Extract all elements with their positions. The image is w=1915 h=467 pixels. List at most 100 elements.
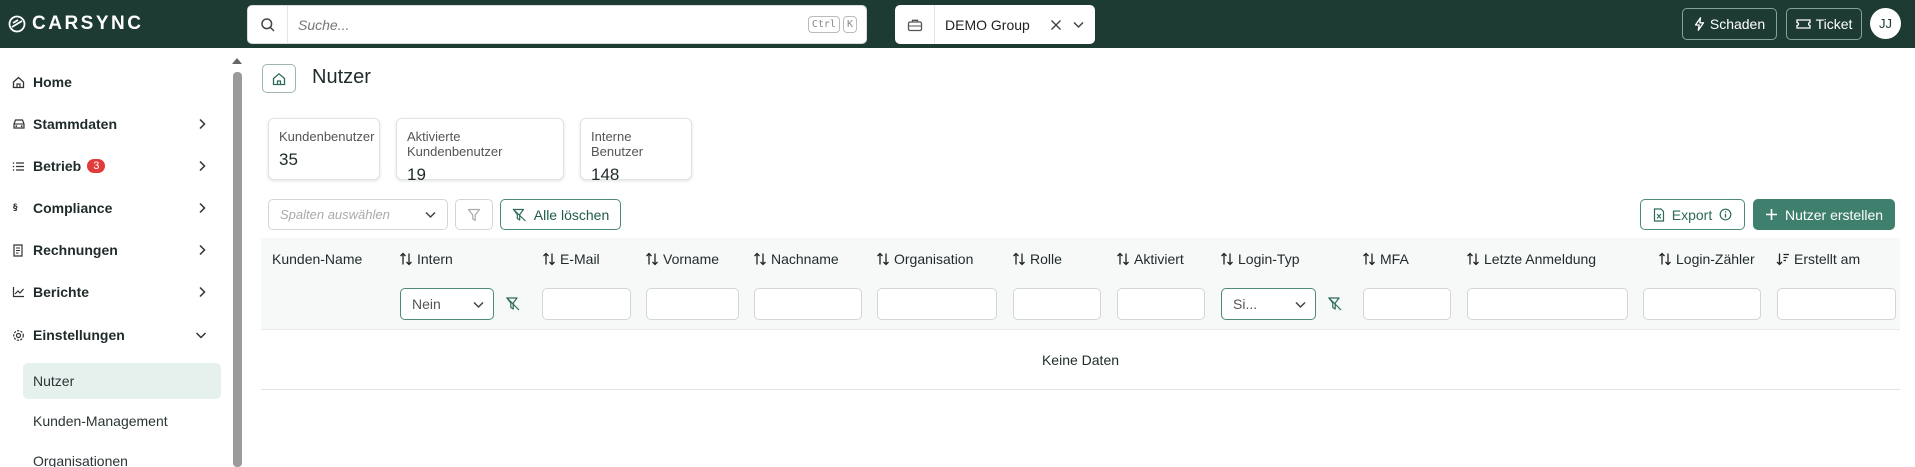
plus-icon (1765, 209, 1777, 220)
svg-text:§: § (13, 203, 18, 213)
column-header-label: Login-Zähler (1676, 251, 1755, 267)
shortcut-ctrl: Ctrl (807, 16, 840, 33)
info-icon (1719, 208, 1732, 221)
sidebar-item-einstellungen[interactable]: Einstellungen (12, 320, 207, 350)
rolle-filter-input[interactable] (1013, 288, 1101, 320)
sidebar: Home Stammdaten Betrieb 3 § Compliance R… (0, 48, 228, 467)
shortcut-key: K (842, 16, 857, 33)
sidebar-item-label: Stammdaten (33, 116, 118, 132)
list-icon (12, 161, 27, 172)
column-header-aktiviert[interactable]: Aktiviert (1116, 238, 1184, 280)
column-header-kunden-name[interactable]: Kunden-Name (272, 238, 362, 280)
column-header-label: Erstellt am (1794, 251, 1861, 267)
column-header-label: Aktiviert (1134, 251, 1184, 267)
nachname-filter-input[interactable] (754, 288, 862, 320)
column-header-nachname[interactable]: Nachname (753, 238, 839, 280)
erstellt-am-filter-input[interactable] (1777, 288, 1896, 320)
group-selector[interactable]: DEMO Group (895, 5, 1095, 44)
vorname-filter-input[interactable] (646, 288, 739, 320)
column-header-email[interactable]: E-Mail (542, 238, 600, 280)
stat-card-activated-users: Aktivierte Kundenbenutzer 19 (396, 118, 564, 184)
column-header-vorname[interactable]: Vorname (645, 238, 719, 280)
empty-state: Keine Daten (261, 330, 1900, 390)
ticket-button[interactable]: Ticket (1786, 8, 1862, 40)
chevron-right-icon (199, 160, 206, 172)
page-title: Nutzer (312, 66, 371, 88)
organisation-filter-input[interactable] (877, 288, 997, 320)
filter-clear-icon (512, 208, 526, 221)
sidebar-subitem-organisationen[interactable]: Organisationen (23, 443, 221, 467)
damage-button[interactable]: Schaden (1682, 8, 1777, 40)
sidebar-item-betrieb[interactable]: Betrieb 3 (12, 151, 207, 181)
home-button[interactable] (262, 64, 296, 93)
scroll-up-icon[interactable] (231, 56, 243, 66)
export-button[interactable]: Export (1640, 199, 1745, 230)
scroll-thumb[interactable] (233, 72, 242, 467)
email-filter-input[interactable] (542, 288, 631, 320)
create-user-button[interactable]: Nutzer erstellen (1753, 199, 1895, 230)
sort-icon (1363, 252, 1375, 266)
search-input[interactable] (288, 6, 808, 43)
column-header-organisation[interactable]: Organisation (876, 238, 973, 280)
count-badge: 3 (87, 159, 106, 173)
logo[interactable]: CARSYNC (8, 13, 143, 35)
column-header-rolle[interactable]: Rolle (1012, 238, 1062, 280)
excel-file-icon (1653, 207, 1664, 222)
column-header-intern[interactable]: Intern (399, 238, 453, 280)
sort-icon (1117, 252, 1129, 266)
chevron-down-icon[interactable] (1072, 18, 1085, 31)
close-icon[interactable] (1050, 19, 1062, 31)
column-header-login-typ[interactable]: Login-Typ (1220, 238, 1299, 280)
sidebar-item-berichte[interactable]: Berichte (12, 277, 207, 307)
section-icon: § (12, 202, 27, 214)
login-zaehler-filter-input[interactable] (1643, 288, 1761, 320)
intern-filter-value: Nein (412, 296, 441, 312)
ticket-label: Ticket (1815, 16, 1853, 32)
filter-icon (467, 208, 481, 221)
stat-value: 19 (407, 165, 426, 184)
sidebar-item-label: Compliance (33, 200, 113, 216)
sort-icon (646, 252, 658, 266)
sort-icon (1659, 252, 1671, 266)
top-bar: CARSYNC Ctrl K DEMO Group Schaden Ticket… (0, 0, 1915, 48)
search-bar: Ctrl K (247, 5, 867, 44)
avatar[interactable]: JJ (1870, 8, 1901, 39)
columns-select[interactable]: Spalten auswählen (268, 199, 448, 230)
intern-filter-select[interactable]: Nein (400, 288, 494, 320)
login-typ-filter-clear-icon[interactable] (1327, 296, 1343, 312)
chevron-right-icon (199, 286, 206, 298)
sidebar-scrollbar[interactable] (231, 56, 243, 467)
filter-button[interactable] (455, 199, 493, 230)
stat-label: Kundenbenutzer (279, 129, 375, 144)
column-header-mfa[interactable]: MFA (1362, 238, 1409, 280)
intern-filter-clear-icon[interactable] (505, 296, 521, 312)
column-header-login-zaehler[interactable]: Login-Zähler (1658, 238, 1755, 280)
column-header-erstellt-am[interactable]: Erstellt am (1776, 238, 1860, 280)
sidebar-item-rechnungen[interactable]: Rechnungen (12, 235, 207, 265)
logo-text: CARSYNC (32, 13, 144, 34)
sidebar-subitem-kunden-management[interactable]: Kunden-Management (23, 403, 221, 439)
login-typ-filter-select[interactable]: Si... (1221, 288, 1316, 320)
sidebar-item-stammdaten[interactable]: Stammdaten (12, 109, 207, 139)
filter-row: Nein Si... (261, 280, 1900, 330)
sidebar-item-compliance[interactable]: § Compliance (12, 193, 207, 223)
damage-label: Schaden (1709, 16, 1766, 32)
stat-value: 148 (591, 165, 620, 184)
clear-all-button[interactable]: Alle löschen (500, 199, 621, 230)
sidebar-subitem-nutzer[interactable]: Nutzer (23, 363, 221, 399)
column-header-label: Kunden-Name (272, 251, 363, 267)
lightning-icon (1694, 17, 1705, 31)
sidebar-item-home[interactable]: Home (12, 67, 207, 97)
clear-all-label: Alle löschen (533, 206, 610, 223)
column-header-letzte-anmeldung[interactable]: Letzte Anmeldung (1466, 238, 1596, 280)
letzte-anmeldung-filter-input[interactable] (1467, 288, 1628, 320)
sidebar-item-label: Home (33, 74, 72, 90)
aktiviert-filter-input[interactable] (1117, 288, 1205, 320)
create-user-label: Nutzer erstellen (1784, 206, 1884, 223)
search-shortcut: Ctrl K (807, 16, 860, 33)
mfa-filter-input[interactable] (1363, 288, 1451, 320)
stat-card-internal-users: Interne Benutzer 148 (580, 118, 692, 184)
chevron-right-icon (199, 244, 206, 256)
group-label: DEMO Group (945, 16, 1030, 33)
sort-icon (754, 252, 766, 266)
